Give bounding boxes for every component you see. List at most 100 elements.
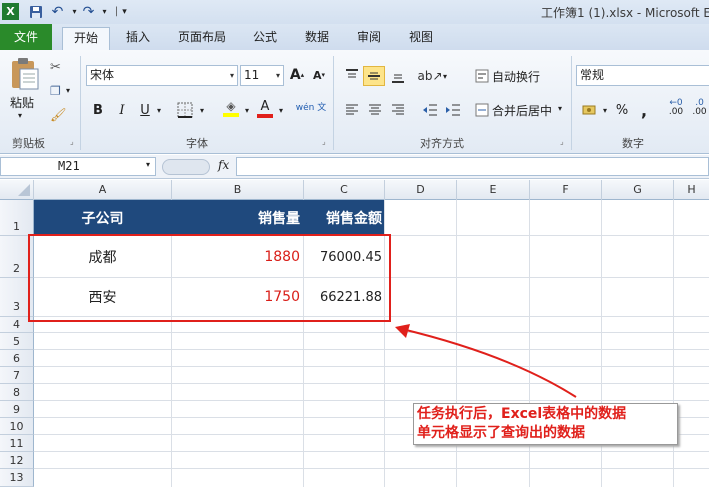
formula-input[interactable]: [236, 157, 709, 176]
insert-function-icon[interactable]: fx: [218, 158, 229, 172]
copy-icon[interactable]: ❐: [50, 84, 61, 98]
fill-color-icon[interactable]: ◈: [220, 98, 242, 118]
clipboard-launcher-icon[interactable]: ⌟: [70, 137, 74, 146]
paste-dropdown-icon[interactable]: ▾: [18, 111, 22, 120]
select-all-corner[interactable]: [0, 180, 34, 200]
column-header[interactable]: F: [530, 180, 602, 200]
tab-review[interactable]: 审阅: [349, 27, 389, 50]
undo-icon[interactable]: ↶: [49, 3, 66, 20]
font-color-dropdown-icon[interactable]: ▾: [276, 100, 286, 120]
row-header[interactable]: 1: [0, 200, 34, 236]
header-cell[interactable]: 销售金额: [304, 200, 382, 235]
phonetic-guide-icon[interactable]: wén 文: [295, 98, 327, 118]
tab-insert[interactable]: 插入: [118, 27, 158, 50]
alignment-launcher-icon[interactable]: ⌟: [560, 137, 564, 146]
increase-indent-icon[interactable]: [443, 100, 463, 120]
gridline: [34, 332, 709, 333]
tab-data[interactable]: 数据: [297, 27, 337, 50]
column-header[interactable]: B: [172, 180, 304, 200]
gridline: [34, 366, 709, 367]
font-color-icon[interactable]: A: [254, 98, 276, 118]
merge-center-icon[interactable]: [474, 100, 490, 120]
shrink-font-icon[interactable]: A ▾: [310, 65, 328, 85]
column-header[interactable]: E: [457, 180, 530, 200]
borders-icon[interactable]: [174, 100, 196, 120]
paste-button-label[interactable]: 粘贴: [10, 94, 34, 111]
grow-font-icon[interactable]: A ▴: [288, 65, 306, 85]
decrease-decimal-button[interactable]: .0.00: [690, 98, 709, 118]
align-bottom-icon[interactable]: [388, 66, 408, 86]
italic-button[interactable]: I: [112, 100, 132, 120]
orientation-icon[interactable]: ab↗: [417, 66, 442, 86]
align-middle-icon[interactable]: [363, 66, 385, 86]
column-header[interactable]: A: [34, 180, 172, 200]
window-title: 工作簿1 (1).xlsx - Microsoft E: [541, 6, 709, 20]
redo-icon[interactable]: ↷: [80, 3, 97, 20]
header-cell[interactable]: 销售量: [172, 200, 300, 235]
merge-center-button[interactable]: 合并后居中: [492, 102, 552, 119]
font-name-box[interactable]: 宋体 ▾: [86, 65, 238, 86]
font-size-box[interactable]: 11 ▾: [240, 65, 284, 86]
gridline: [34, 451, 709, 452]
font-launcher-icon[interactable]: ⌟: [322, 137, 326, 146]
borders-dropdown-icon[interactable]: ▾: [197, 100, 207, 120]
gridline: [34, 400, 709, 401]
align-top-icon[interactable]: [342, 66, 362, 86]
name-box-value: M21: [58, 159, 80, 173]
row-header[interactable]: 8: [0, 384, 34, 401]
excel-logo-icon[interactable]: X: [2, 3, 19, 20]
copy-dropdown-icon[interactable]: ▾: [66, 86, 70, 95]
decrease-decimal-label: .00: [692, 107, 707, 117]
column-header[interactable]: D: [385, 180, 457, 200]
number-format-box[interactable]: 常规: [576, 65, 709, 86]
align-right-icon[interactable]: [388, 100, 408, 120]
clipboard-group-label: 剪贴板: [12, 137, 45, 150]
column-header[interactable]: G: [602, 180, 674, 200]
row-header[interactable]: 11: [0, 435, 34, 452]
row-header[interactable]: 5: [0, 333, 34, 350]
name-box[interactable]: M21: [0, 157, 156, 176]
column-header[interactable]: C: [304, 180, 385, 200]
increase-decimal-label: .00: [668, 107, 684, 117]
fill-color-dropdown-icon[interactable]: ▾: [242, 100, 252, 120]
align-left-icon[interactable]: [342, 100, 362, 120]
row-header[interactable]: 10: [0, 418, 34, 435]
decrease-indent-icon[interactable]: [420, 100, 440, 120]
quick-access-toolbar: X ↶ ▾ ↷ ▾ | ▾ 工作簿1 (1).xlsx - Microsoft …: [0, 0, 709, 24]
customize-qat-icon[interactable]: ▾: [116, 3, 133, 20]
chevron-down-icon: ▾: [229, 71, 234, 80]
callout-box: 任务执行后，Excel表格中的数据 单元格显示了查询出的数据: [413, 403, 678, 445]
underline-button[interactable]: U: [136, 100, 154, 120]
tab-view[interactable]: 视图: [401, 27, 441, 50]
underline-dropdown-icon[interactable]: ▾: [154, 100, 164, 120]
orientation-dropdown-icon[interactable]: ▾: [440, 66, 450, 86]
header-cell[interactable]: 子公司: [34, 200, 171, 235]
merge-dropdown-icon[interactable]: ▾: [558, 104, 562, 113]
accounting-format-icon[interactable]: [580, 100, 600, 120]
row-header[interactable]: 7: [0, 367, 34, 384]
tab-page-layout[interactable]: 页面布局: [170, 27, 234, 50]
align-center-icon[interactable]: [365, 100, 385, 120]
tab-home[interactable]: 开始: [62, 27, 110, 50]
percent-button[interactable]: %: [612, 100, 632, 120]
paste-icon[interactable]: [8, 57, 40, 90]
row-header[interactable]: 6: [0, 350, 34, 367]
row-header[interactable]: 13: [0, 469, 34, 487]
accounting-dropdown-icon[interactable]: ▾: [600, 100, 610, 120]
name-box-dropdown-icon[interactable]: ▾: [146, 160, 150, 169]
save-icon[interactable]: [27, 3, 44, 20]
tab-file[interactable]: 文件: [0, 24, 52, 50]
row-header[interactable]: 12: [0, 452, 34, 469]
wrap-text-icon[interactable]: [474, 66, 490, 86]
format-painter-icon[interactable]: 🖌: [50, 108, 67, 123]
column-header[interactable]: H: [674, 180, 709, 200]
wrap-text-button[interactable]: 自动换行: [492, 68, 540, 85]
tab-formulas[interactable]: 公式: [245, 27, 285, 50]
bold-button[interactable]: B: [88, 100, 108, 120]
row-header[interactable]: 9: [0, 401, 34, 418]
increase-decimal-button[interactable]: ←0.00: [664, 98, 688, 118]
gridline: [34, 468, 709, 469]
cut-icon[interactable]: ✂: [50, 60, 61, 75]
font-size-value: 11: [244, 68, 260, 82]
comma-style-button[interactable]: ,: [636, 100, 652, 120]
